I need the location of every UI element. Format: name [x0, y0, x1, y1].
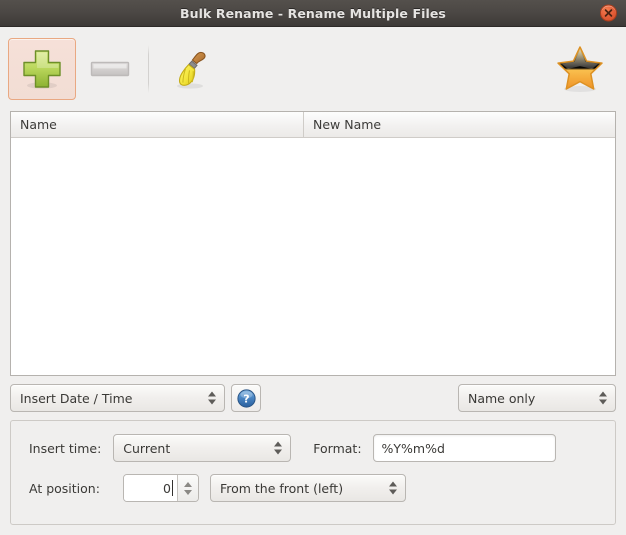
titlebar[interactable]: Bulk Rename - Rename Multiple Files	[0, 0, 626, 27]
criteria-row: Insert Date / Time ? Name only	[0, 376, 626, 420]
position-stepper-arrows[interactable]	[177, 475, 198, 501]
rename-criteria-select[interactable]: Insert Date / Time	[10, 384, 225, 412]
rename-criteria-value: Insert Date / Time	[20, 391, 132, 406]
toolbar-separator	[148, 45, 149, 93]
insert-time-value: Current	[123, 441, 170, 456]
star-icon	[553, 42, 607, 96]
format-label: Format:	[313, 441, 361, 456]
format-input[interactable]: %Y%m%d	[373, 434, 556, 462]
plus-icon	[20, 47, 64, 91]
favorites-button[interactable]	[550, 39, 610, 99]
position-stepper[interactable]: 0	[123, 474, 199, 502]
insert-time-row: Insert time: Current Format: %Y%m%d	[11, 434, 615, 462]
position-input-value[interactable]: 0	[124, 475, 177, 501]
svg-text:?: ?	[243, 392, 249, 405]
apply-scope-select[interactable]: Name only	[458, 384, 616, 412]
toolbar	[0, 27, 626, 111]
format-input-value: %Y%m%d	[382, 441, 445, 456]
clear-button[interactable]	[157, 38, 225, 100]
chevron-updown-icon	[274, 442, 282, 455]
position-direction-value: From the front (left)	[220, 481, 343, 496]
remove-files-button	[76, 38, 144, 100]
file-list-body[interactable]	[11, 138, 615, 375]
close-button[interactable]	[600, 5, 617, 22]
apply-scope-value: Name only	[468, 391, 535, 406]
position-label: At position:	[29, 481, 100, 496]
window-title: Bulk Rename - Rename Multiple Files	[180, 6, 446, 21]
help-button[interactable]: ?	[231, 384, 261, 412]
position-direction-select[interactable]: From the front (left)	[210, 474, 406, 502]
column-header-name[interactable]: Name	[11, 112, 304, 137]
options-panel: Insert time: Current Format: %Y%m%d At p…	[10, 420, 616, 525]
position-row: At position: 0 From the front (left)	[11, 474, 615, 502]
bulk-rename-window: Bulk Rename - Rename Multiple Files	[0, 0, 626, 535]
insert-time-label: Insert time:	[29, 441, 101, 456]
close-icon	[604, 9, 613, 18]
stepper-down-icon[interactable]	[184, 490, 192, 495]
insert-time-select[interactable]: Current	[113, 434, 291, 462]
add-files-button[interactable]	[8, 38, 76, 100]
chevron-updown-icon	[599, 392, 607, 405]
file-list-header: Name New Name	[11, 112, 615, 138]
file-list[interactable]: Name New Name	[10, 111, 616, 376]
minus-icon	[88, 47, 132, 91]
chevron-updown-icon	[389, 482, 397, 495]
broom-icon	[168, 46, 214, 92]
chevron-updown-icon	[208, 392, 216, 405]
stepper-up-icon[interactable]	[184, 482, 192, 487]
column-header-new-name[interactable]: New Name	[304, 112, 615, 137]
help-icon: ?	[237, 389, 256, 408]
